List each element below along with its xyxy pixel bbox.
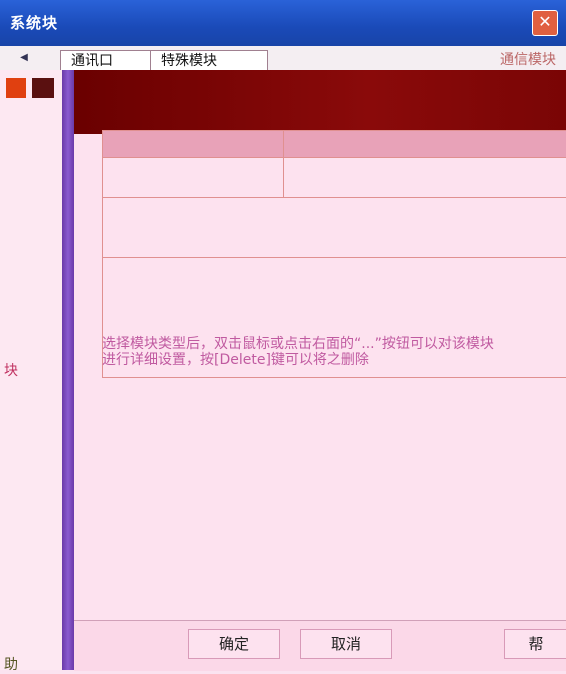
help-button[interactable]: 帮 [504,629,566,659]
tab-comm-modules[interactable]: 通信模块 [490,50,566,70]
grid-header-artifact [74,70,566,134]
hint-text: 选择模块类型后，双击鼠标或点击右面的“...”按钮可以对该模块 进行详细设置，按… [102,336,562,368]
tab-strip: ◀ 通讯口 特殊模块 通信模块 [0,46,566,116]
hint-line-1: 选择模块类型后，双击鼠标或点击右面的“...”按钮可以对该模块 [102,336,494,352]
table-row[interactable] [103,197,566,258]
window-title: 系统块 [10,14,59,32]
title-bar: 系统块 ✕ [0,0,566,47]
left-bottom-label: 助 [4,657,18,673]
left-tab-dark[interactable] [32,78,54,98]
tab-ports[interactable]: 通讯口 [60,50,156,71]
tab-scroll-left-icon[interactable]: ◀ [16,50,32,66]
left-tab-orange[interactable] [6,78,26,98]
column-divider [283,131,284,197]
button-bar: 确定 取消 帮 [74,620,566,671]
ok-button[interactable]: 确定 [188,629,280,659]
table-row[interactable] [103,157,566,198]
table-row[interactable] [103,131,566,158]
pane-divider[interactable] [62,70,74,670]
left-item-label: 块 [4,363,18,379]
tab-special-modules[interactable]: 特殊模块 [150,50,268,71]
close-button[interactable]: ✕ [532,10,558,36]
cancel-button[interactable]: 取消 [300,629,392,659]
hint-line-2: 进行详细设置，按[Delete]键可以将之删除 [102,352,369,368]
left-pane: 块 助 [0,70,63,673]
main-panel: 选择模块类型后，双击鼠标或点击右面的“...”按钮可以对该模块 进行详细设置，按… [74,70,566,670]
